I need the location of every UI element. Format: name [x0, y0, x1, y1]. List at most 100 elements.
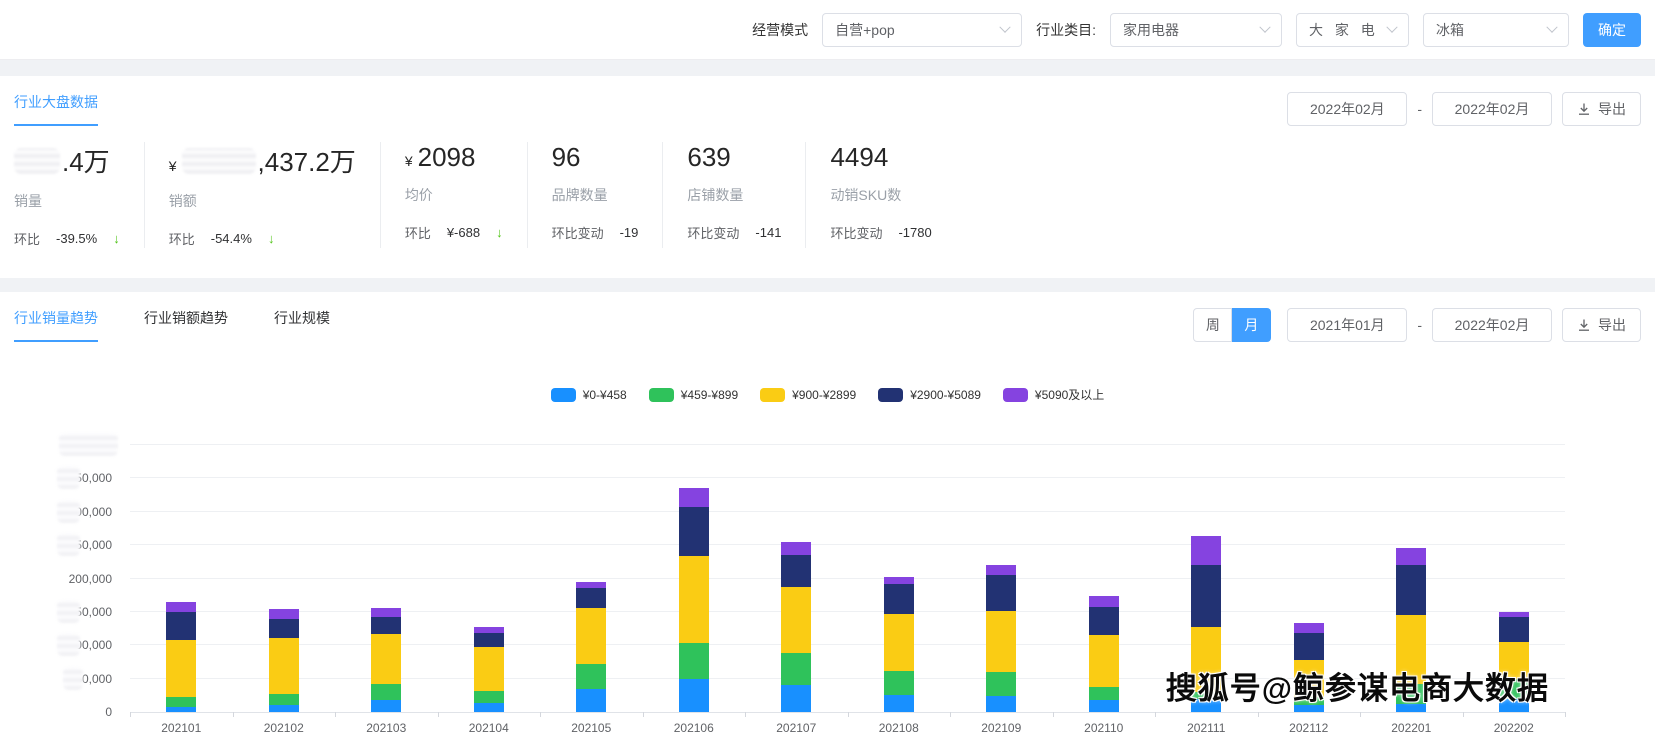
x-axis-label: 202110 — [1084, 721, 1124, 735]
bar-group — [371, 608, 402, 712]
confirm-button[interactable]: 确定 — [1583, 12, 1641, 47]
stat-value-text: ,437.2万 — [257, 147, 356, 177]
bar-segment-¥459-¥899 — [986, 671, 1017, 696]
x-axis-tick — [437, 712, 439, 717]
download-icon — [1579, 319, 1589, 331]
category-select-2[interactable]: 大 家 电 — [1296, 12, 1409, 47]
stat-change-value: -1780 — [898, 225, 932, 240]
bar-group — [576, 582, 607, 712]
legend-swatch — [1002, 387, 1028, 402]
legend-item[interactable]: ¥459-¥899 — [648, 386, 738, 403]
stat-value: 4494 — [830, 142, 931, 173]
stat-label: 销量 — [14, 193, 42, 209]
bar-segment-¥2900-¥5089 — [883, 583, 914, 614]
bar-group — [678, 487, 709, 712]
category-label: 行业类目: — [1036, 21, 1096, 38]
y-axis-label: 300,000 — [0, 499, 112, 523]
category-select-3[interactable]: 冰箱 — [1423, 12, 1569, 47]
y-axis-label-text: 250,000 — [56, 533, 112, 557]
bar-segment-¥5090及以上 — [473, 626, 504, 634]
period-week-button[interactable]: 周 — [1193, 308, 1233, 342]
censored-blur — [14, 147, 60, 174]
overview-export-button[interactable]: 导出 — [1562, 92, 1641, 126]
censored-blur — [56, 466, 81, 490]
y-axis-label: 400,000 — [0, 433, 118, 456]
stat-change-value: -141 — [755, 225, 782, 240]
bar-segment-¥900-¥2899 — [781, 587, 812, 654]
trend-date-to-input[interactable]: 2022年02月 — [1432, 308, 1552, 342]
legend-item[interactable]: ¥0-¥458 — [550, 386, 627, 403]
period-month-button[interactable]: 月 — [1232, 308, 1272, 342]
x-axis-label: 202201 — [1391, 721, 1432, 735]
y-axis-label: 150,000 — [0, 599, 112, 623]
chevron-down-icon — [999, 21, 1011, 33]
censored-blur — [56, 599, 81, 623]
gridline — [130, 477, 1565, 479]
x-axis-label: 202109 — [981, 721, 1022, 735]
x-axis-tick — [1360, 712, 1361, 717]
trend-card: 行业销量趋势 行业销额趋势 行业规模 周 月 2021年01月 - 2022年0… — [0, 292, 1655, 738]
x-axis-tick — [847, 712, 849, 717]
bar-segment-¥0-¥458 — [371, 700, 402, 712]
stat-block: 639 店铺数量 环比变动 -141 — [662, 142, 805, 248]
bar-segment-¥900-¥2899 — [678, 556, 709, 643]
bar-segment-¥2900-¥5089 — [1293, 633, 1324, 661]
overview-date-from-input[interactable]: 2022年02月 — [1287, 92, 1408, 126]
bar-segment-¥0-¥458 — [268, 705, 299, 712]
overview-card: 行业大盘数据 2022年02月 - 2022年02月 导出 .4万 销量 环比 -39… — [0, 76, 1655, 278]
bar-segment-¥2900-¥5089 — [781, 554, 812, 588]
stat-value: ¥2098 — [405, 142, 503, 173]
bar-segment-¥5090及以上 — [268, 609, 299, 620]
stat-change-value: ¥-688 — [446, 225, 481, 240]
stat-change-value: -39.5% — [56, 231, 98, 246]
bar-segment-¥5090及以上 — [678, 487, 709, 508]
bar-group — [883, 577, 914, 712]
export-label: 导出 — [1598, 101, 1626, 117]
stats-row: .4万 销量 环比 -39.5% ↓ ¥ ,437.2万 销额 环比 -54.4% ↓ ¥2098 均价… — [0, 126, 1655, 278]
bar-segment-¥5090及以上 — [1396, 547, 1427, 565]
top-filter-bar: 经营模式 自营+pop 行业类目: 家用电器 大 家 电 冰箱 确定 — [0, 0, 1655, 60]
trend-date-from-input[interactable]: 2021年01月 — [1287, 308, 1408, 342]
stat-value-text: .4万 — [62, 147, 110, 177]
bar-segment-¥2900-¥5089 — [1396, 564, 1427, 615]
legend-item[interactable]: ¥5090及以上 — [1002, 386, 1104, 403]
watermark: 搜狐号@鲸参谋电商大数据 — [1165, 671, 1549, 706]
category-select-1[interactable]: 家用电器 — [1110, 12, 1282, 47]
bar-segment-¥459-¥899 — [883, 671, 914, 696]
currency-symbol: ¥ — [404, 153, 413, 169]
legend-item[interactable]: ¥900-¥2899 — [760, 386, 856, 403]
overview-date-to-input[interactable]: 2022年02月 — [1432, 92, 1552, 126]
bar-segment-¥5090及以上 — [371, 608, 402, 618]
tab-sales-amount-trend[interactable]: 行业销额趋势 — [144, 308, 228, 342]
tab-industry-scale[interactable]: 行业规模 — [274, 308, 330, 342]
mode-select[interactable]: 自营+pop — [822, 12, 1023, 47]
tab-industry-overview[interactable]: 行业大盘数据 — [14, 92, 98, 126]
x-axis-label: 202104 — [468, 721, 509, 735]
stat-value: 639 — [687, 142, 781, 173]
legend-label: ¥900-¥2899 — [792, 387, 857, 402]
legend-label: ¥0-¥458 — [582, 387, 627, 402]
censored-blur — [56, 499, 81, 523]
trend-export-button[interactable]: 导出 — [1562, 308, 1641, 342]
y-axis-label: 250,000 — [0, 533, 112, 557]
legend-swatch — [760, 387, 786, 402]
bar-segment-¥900-¥2899 — [371, 634, 402, 685]
x-axis-label: 202103 — [366, 721, 407, 735]
stat-change-label: 环比 — [404, 226, 431, 241]
legend-item[interactable]: ¥2900-¥5089 — [878, 386, 981, 403]
bar-segment-¥900-¥2899 — [1088, 634, 1119, 687]
arrow-down-icon: ↓ — [267, 231, 275, 246]
stat-block: 96 品牌数量 环比变动 -19 — [526, 142, 663, 248]
date-range-separator: - — [1417, 317, 1422, 333]
bar-segment-¥459-¥899 — [678, 642, 709, 680]
bar-segment-¥0-¥458 — [166, 707, 197, 712]
bar-segment-¥459-¥899 — [473, 690, 504, 703]
y-axis-label: 0 — [0, 705, 112, 719]
x-axis-tick — [950, 712, 951, 717]
x-axis-tick — [130, 712, 131, 717]
tab-sales-volume-trend[interactable]: 行业销量趋势 — [14, 308, 98, 342]
stat-value: .4万 — [14, 142, 120, 179]
legend-swatch — [878, 387, 904, 402]
bar-segment-¥2900-¥5089 — [576, 588, 607, 609]
gridline — [130, 610, 1565, 612]
